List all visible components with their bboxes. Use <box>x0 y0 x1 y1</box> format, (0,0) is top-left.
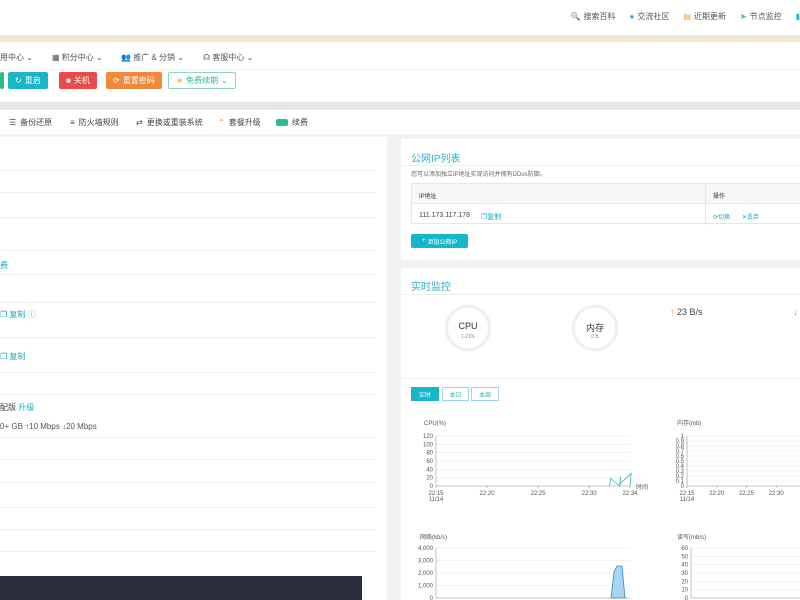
help-icon: ⓘ <box>27 310 36 319</box>
action-bar: ↻ 重启 ■ 关机 ⟳ 重置密码 ★ 免费续期 ⌄ <box>0 70 800 102</box>
headset-icon: ☊ <box>203 53 211 62</box>
ip-panel-desc: 您可以添加独立IP地址实现访问并拥有DDos防御。 <box>411 172 546 178</box>
switch-ip-button[interactable]: ⟳切换 <box>713 212 730 221</box>
memory-gauge: 内存 0 B <box>573 306 617 350</box>
arrow-down-icon: ↓ <box>793 307 798 317</box>
gift-icon: ▦ <box>52 53 60 62</box>
refresh-icon: ↻ <box>15 76 22 85</box>
table-header: IP地址 操作 <box>412 184 800 204</box>
divider <box>0 102 800 110</box>
tab-today[interactable]: 本日 <box>442 387 469 401</box>
copy-password-link[interactable]: ❐ 复制 ⓘ <box>0 309 36 320</box>
book-icon: ▮ <box>795 11 800 21</box>
tab-realtime[interactable]: 实时 <box>411 387 439 401</box>
shutdown-button[interactable]: ■ 关机 <box>59 72 97 89</box>
news-icon: ▤ <box>683 11 691 21</box>
info-row <box>0 170 376 171</box>
top-bar: 🔍 搜索百科 ● 交流社区 ▤ 近期更新 ➤ 节点监控 ▮ <box>0 0 800 35</box>
copy-icon: ❐ <box>0 352 8 361</box>
upgrade-icon: ⌃ <box>218 118 225 127</box>
tool-firewall[interactable]: ≡ 防火墙规则 <box>70 117 119 128</box>
restart-button[interactable]: ↻ 重启 <box>8 72 48 89</box>
list-icon: ☰ <box>9 118 17 127</box>
tool-backup[interactable]: ☰ 备份还原 <box>9 117 52 128</box>
col-ip: IP地址 <box>419 194 437 200</box>
stop-icon: ■ <box>66 76 71 85</box>
info-row <box>0 192 376 193</box>
tool-renew[interactable]: 续费 <box>276 117 308 128</box>
info-row <box>0 394 376 395</box>
nav-user-center[interactable]: 用中心 ⌄ <box>0 52 33 63</box>
divider <box>401 294 800 295</box>
info-row <box>0 507 376 508</box>
align-icon: ≡ <box>70 118 75 127</box>
info-row <box>0 437 376 438</box>
info-row <box>0 482 376 483</box>
info-row <box>0 551 376 552</box>
cpu-gauge-value: 1.21% <box>460 334 476 340</box>
toplink-book[interactable]: ▮ <box>796 11 800 22</box>
ip-panel-title: 公网IP列表 <box>411 154 461 165</box>
info-row <box>0 274 376 275</box>
top-links: 🔍 搜索百科 ● 交流社区 ▤ 近期更新 ➤ 节点监控 ▮ <box>571 11 800 22</box>
upload-speed: ↑ 23 B/s <box>670 307 703 317</box>
main-nav: 用中心 ⌄ ▦ 积分中心 ⌄ 👥 推广 & 分销 ⌄ ☊ 客服中心 ⌄ <box>0 42 800 70</box>
tools-bar: ☰ 备份还原 ≡ 防火墙规则 ⇄ 更换或重装系统 ⌃ 套餐升级 续费 <box>0 110 800 134</box>
info-row <box>0 302 376 303</box>
plan-version: 配版 升级 <box>0 403 35 412</box>
copy-ip-button[interactable]: ❐复制 <box>481 212 501 222</box>
memory-gauge-value: 0 B <box>591 334 599 340</box>
toplink-wiki[interactable]: 🔍 搜索百科 <box>571 11 616 22</box>
ip-address: 111.173.117.178 <box>419 212 470 219</box>
memory-gauge-label: 内存 <box>585 323 604 333</box>
console-preview[interactable] <box>0 576 362 600</box>
toplink-updates[interactable]: ▤ 近期更新 <box>683 11 726 22</box>
nav-support[interactable]: ☊ 客服中心 ⌄ <box>203 52 253 63</box>
renew-link[interactable]: 费 <box>0 260 8 271</box>
info-row <box>0 459 376 460</box>
divider <box>401 165 800 166</box>
ip-list-panel: 公网IP列表 您可以添加独立IP地址实现访问并拥有DDos防御。 IP地址 操作… <box>401 139 800 260</box>
divider <box>401 378 800 379</box>
swap-icon: ⇄ <box>136 118 143 127</box>
plus-icon: + <box>421 238 426 244</box>
info-row <box>0 217 376 218</box>
tab-week[interactable]: 本周 <box>471 387 499 401</box>
info-row <box>0 250 376 251</box>
tool-reinstall[interactable]: ⇄ 更换或重装系统 <box>136 117 203 128</box>
nav-points-center[interactable]: ▦ 积分中心 ⌄ <box>52 52 103 63</box>
monitor-panel: 实时监控 CPU 1.21% 内存 0 B ↑ 23 B/s ↓ <box>401 268 800 600</box>
arrow-up-icon: ↑ <box>670 307 675 317</box>
info-row <box>0 337 376 338</box>
notice-band <box>0 35 800 42</box>
cpu-gauge-label: CPU <box>458 321 478 331</box>
tool-upgrade[interactable]: ⌃ 套餐升级 <box>218 117 261 128</box>
col-op: 操作 <box>713 194 726 200</box>
bandwidth-info: 0+ GB ↑10 Mbps ↓20 Mbps <box>0 422 97 431</box>
star-icon: ★ <box>176 76 184 85</box>
copy-icon: ❐ <box>0 310 8 319</box>
free-renew-button[interactable]: ★ 免费续期 ⌄ <box>168 72 236 89</box>
monitor-title: 实时监控 <box>411 282 451 293</box>
upgrade-link[interactable]: 升级 <box>18 403 34 412</box>
sync-icon: ⟳ <box>113 76 120 85</box>
send-icon: ➤ <box>739 11 747 21</box>
chat-icon: ● <box>629 11 635 21</box>
start-button[interactable] <box>0 72 4 89</box>
info-panel: 费 ❐ 复制 ⓘ ❐ 复制 配版 升级 0+ GB ↑10 Mbps ↓20 M… <box>0 137 387 600</box>
cpu-gauge: CPU 1.21% <box>446 306 490 350</box>
nav-affiliate[interactable]: 👥 推广 & 分销 ⌄ <box>121 52 184 63</box>
toggle-icon <box>276 119 288 126</box>
copy-ip-link[interactable]: ❐ 复制 <box>0 351 25 362</box>
info-row <box>0 529 376 530</box>
remove-ip-button[interactable]: ✕丢弃 <box>742 212 759 221</box>
info-row <box>0 372 376 373</box>
add-ip-button[interactable]: + 添加公网IP <box>411 234 468 248</box>
search-icon: 🔍 <box>570 11 581 21</box>
toplink-node-monitor[interactable]: ➤ 节点监控 <box>740 11 782 22</box>
toplink-community[interactable]: ● 交流社区 <box>629 11 669 22</box>
users-icon: 👥 <box>121 53 131 62</box>
ip-table: IP地址 操作 111.173.117.178 ❐复制 ⟳切换 ✕丢弃 <box>411 183 800 225</box>
reset-password-button[interactable]: ⟳ 重置密码 <box>106 72 162 89</box>
